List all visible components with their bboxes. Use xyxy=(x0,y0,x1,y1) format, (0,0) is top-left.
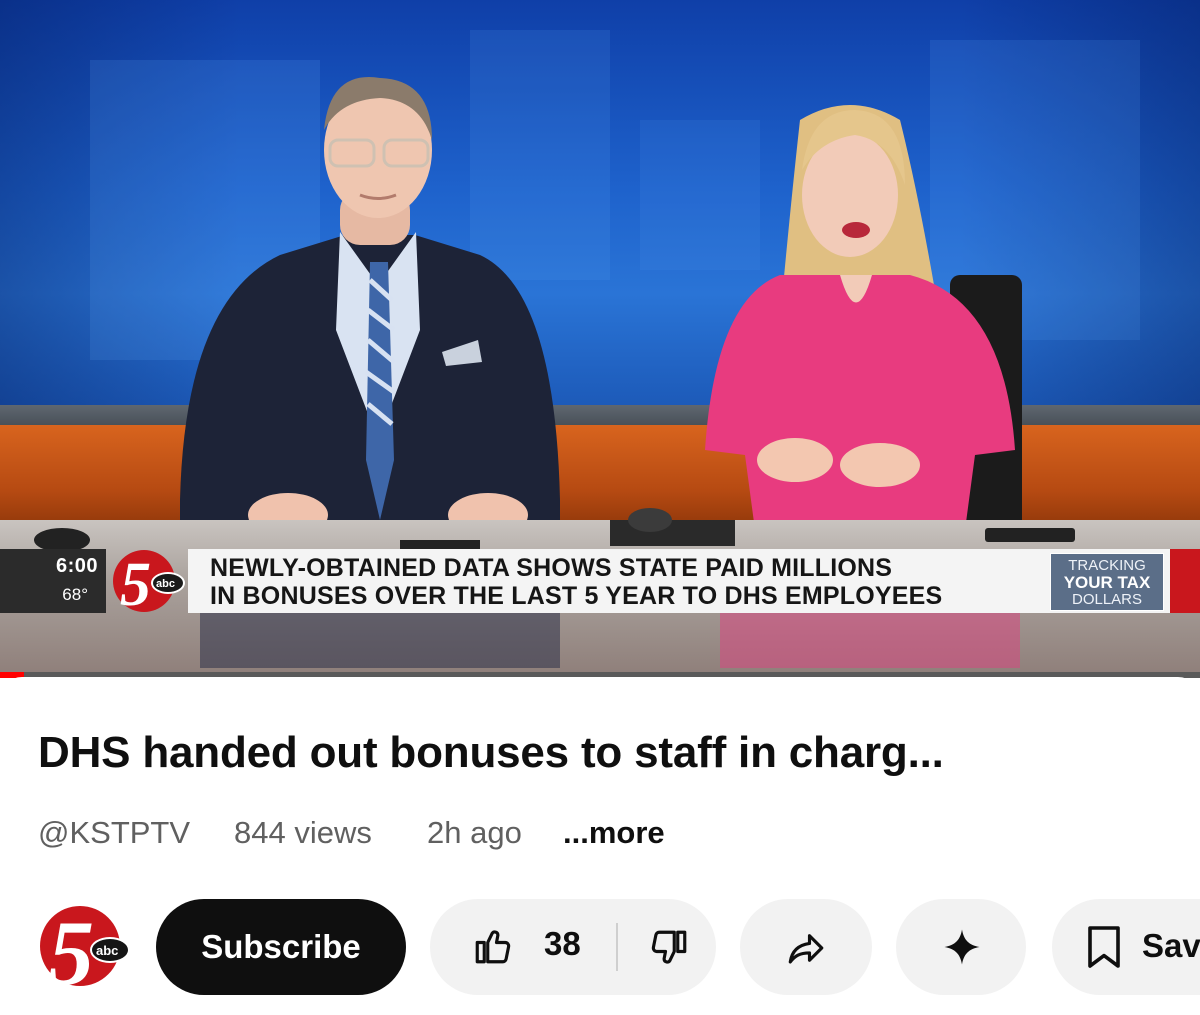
divider xyxy=(616,923,618,971)
badge-line-3: DOLLARS xyxy=(1071,591,1143,608)
thumbs-down-icon[interactable] xyxy=(648,927,690,969)
svg-text:5: 5 xyxy=(120,551,151,615)
svg-text:abc: abc xyxy=(156,578,175,590)
svg-text:5: 5 xyxy=(48,902,94,994)
desk-reflection xyxy=(720,608,1020,668)
headline-banner: NEWLY-OBTAINED DATA SHOWS STATE PAID MIL… xyxy=(188,549,1044,613)
channel-avatar[interactable]: 5 abc xyxy=(36,898,132,994)
video-player[interactable]: 6:00 68° 5 abc NEWLY-OBTAINED DATA SHOWS… xyxy=(0,0,1200,675)
ask-ai-button[interactable] xyxy=(896,899,1026,995)
subscribe-button[interactable]: Subscribe xyxy=(156,899,406,995)
badge-line-1: TRACKING xyxy=(1068,557,1146,574)
broadcast-time: 6:00 xyxy=(55,555,98,577)
like-dislike-control: 38 xyxy=(430,899,716,995)
temperature: 68° xyxy=(62,585,88,604)
time-temp-box: 6:00 68° xyxy=(0,549,106,613)
kstp-5-abc-logo: 5 abc xyxy=(113,550,185,615)
headline-line-2: IN BONUSES OVER THE LAST 5 YEAR TO DHS E… xyxy=(210,582,943,610)
like-count: 38 xyxy=(544,925,581,962)
save-label: Save xyxy=(1142,927,1200,964)
thumbs-up-icon[interactable] xyxy=(472,925,514,967)
video-title[interactable]: DHS handed out bonuses to staff in charg… xyxy=(38,728,944,778)
segment-badge: TRACKING YOUR TAX DOLLARS xyxy=(1044,549,1170,613)
upload-time: 2h ago xyxy=(427,815,522,850)
share-icon xyxy=(788,934,824,964)
kstp-logo-icon: 5 abc xyxy=(37,899,131,994)
banner-accent xyxy=(1170,549,1200,613)
save-button[interactable]: Save xyxy=(1052,899,1200,995)
channel-handle[interactable]: @KSTPTV xyxy=(38,815,190,851)
more-button[interactable]: ...more xyxy=(563,815,665,851)
headline-line-1: NEWLY-OBTAINED DATA SHOWS STATE PAID MIL… xyxy=(210,554,893,582)
sparkle-icon xyxy=(944,929,980,965)
view-count: 844 views xyxy=(234,815,372,850)
badge-line-2: YOUR TAX xyxy=(1063,573,1151,592)
desk-reflection xyxy=(200,608,560,668)
bookmark-icon xyxy=(1088,926,1120,968)
svg-text:abc: abc xyxy=(96,943,118,958)
share-button[interactable] xyxy=(740,899,872,995)
